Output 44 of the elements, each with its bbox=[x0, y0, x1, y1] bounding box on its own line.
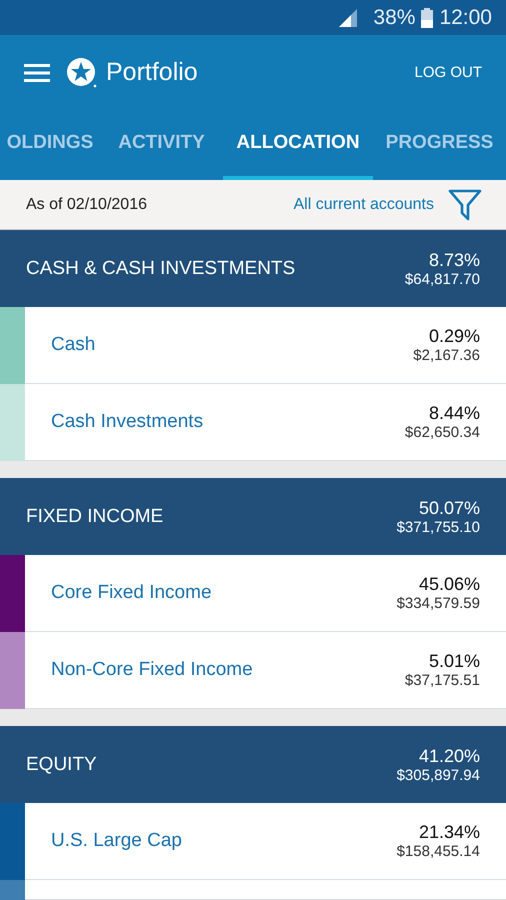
allocation-row[interactable]: Cash Investments 8.44% $62,650.34 bbox=[0, 384, 506, 461]
category-name: Cash bbox=[51, 334, 96, 356]
category-name: U.S. Large Cap bbox=[51, 830, 182, 852]
menu-icon[interactable] bbox=[24, 64, 50, 82]
battery-percent: 38% bbox=[373, 6, 416, 30]
group-amount: $305,897.94 bbox=[396, 766, 480, 784]
allocation-row[interactable]: Cash 0.29% $2,167.36 bbox=[0, 307, 506, 384]
log-out-button[interactable]: LOG OUT bbox=[414, 64, 482, 81]
category-percent: 21.34% bbox=[418, 822, 480, 843]
allocation-row[interactable] bbox=[0, 880, 506, 900]
group-amount: $64,817.70 bbox=[404, 270, 480, 288]
star-logo-icon bbox=[66, 56, 98, 88]
group-percent: 41.20% bbox=[418, 746, 480, 766]
group-amount: $371,755.10 bbox=[396, 518, 480, 536]
group-header[interactable]: CASH & CASH INVESTMENTS 8.73% $64,817.70 bbox=[0, 230, 506, 307]
group-percent: 8.73% bbox=[428, 250, 480, 270]
category-amount: $2,167.36 bbox=[413, 347, 480, 364]
accounts-link[interactable]: All current accounts bbox=[293, 196, 434, 214]
allocation-row[interactable]: Non-Core Fixed Income 5.01% $37,175.51 bbox=[0, 632, 506, 709]
category-percent: 8.44% bbox=[428, 403, 480, 424]
group-percent: 50.07% bbox=[418, 498, 480, 518]
app-title: Portfolio bbox=[106, 58, 198, 87]
group-header[interactable]: EQUITY 41.20% $305,897.94 bbox=[0, 726, 506, 803]
allocation-row[interactable]: Core Fixed Income 45.06% $334,579.59 bbox=[0, 555, 506, 632]
category-amount: $334,579.59 bbox=[396, 595, 480, 612]
category-name: Core Fixed Income bbox=[51, 582, 212, 604]
category-percent: 0.29% bbox=[428, 326, 480, 347]
group-name: EQUITY bbox=[26, 754, 97, 776]
battery-icon bbox=[421, 8, 434, 28]
group-name: FIXED INCOME bbox=[26, 506, 164, 528]
group-name: CASH & CASH INVESTMENTS bbox=[26, 258, 296, 280]
filter-icon[interactable] bbox=[448, 188, 482, 220]
as-of-date: As of 02/10/2016 bbox=[26, 196, 147, 214]
signal-icon bbox=[339, 8, 360, 26]
category-name: Cash Investments bbox=[51, 411, 204, 433]
category-amount: $62,650.34 bbox=[404, 424, 480, 441]
allocation-row[interactable]: U.S. Large Cap 21.34% $158,455.14 bbox=[0, 803, 506, 880]
category-percent: 45.06% bbox=[418, 574, 480, 595]
category-name: Non-Core Fixed Income bbox=[51, 659, 253, 681]
category-amount: $37,175.51 bbox=[404, 672, 480, 689]
group-header[interactable]: FIXED INCOME 50.07% $371,755.10 bbox=[0, 478, 506, 555]
clock: 12:00 bbox=[439, 6, 492, 30]
category-percent: 5.01% bbox=[428, 651, 480, 672]
category-amount: $158,455.14 bbox=[396, 843, 480, 860]
